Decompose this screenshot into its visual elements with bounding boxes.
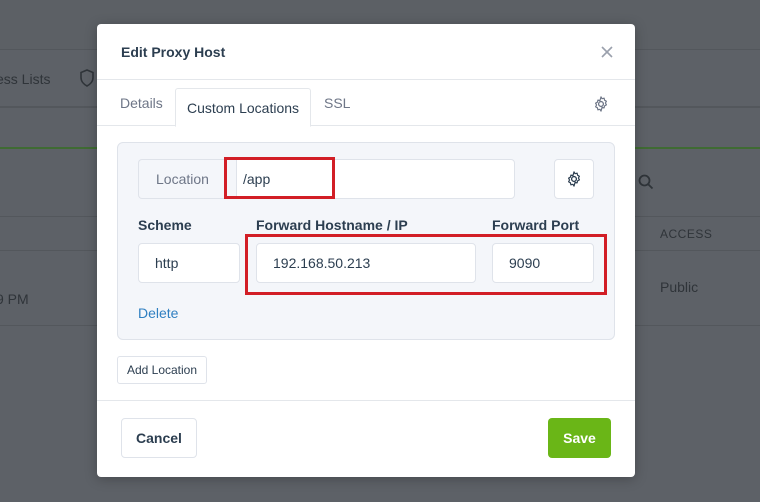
scheme-value: http: [155, 255, 179, 271]
background-time: 9 PM: [0, 291, 29, 307]
tab-details[interactable]: Details: [120, 80, 163, 126]
dialog-footer-divider: [97, 400, 635, 401]
tab-custom-locations[interactable]: Custom Locations: [175, 88, 311, 127]
background-access-column-header: ACCESS: [660, 227, 713, 241]
annotation-highlight-forward-target: [245, 234, 607, 295]
gear-icon[interactable]: [592, 95, 610, 113]
location-prefix-label: Location: [138, 159, 236, 199]
scheme-select[interactable]: http: [138, 243, 240, 283]
background-nav-access-lists: ess Lists: [0, 71, 51, 87]
annotation-highlight-location: [224, 157, 335, 199]
location-advanced-button[interactable]: [554, 159, 594, 199]
forward-port-label: Forward Port: [492, 217, 580, 233]
background-access-value: Public: [660, 279, 699, 295]
gear-icon: [568, 171, 580, 187]
delete-location-link[interactable]: Delete: [138, 305, 178, 321]
tab-ssl[interactable]: SSL: [324, 80, 350, 126]
dialog-tabs: Details Custom Locations SSL: [97, 80, 635, 127]
scheme-label: Scheme: [138, 217, 192, 233]
dialog-header: Edit Proxy Host: [97, 24, 635, 80]
forward-hostname-label: Forward Hostname / IP: [256, 217, 408, 233]
shield-icon: [80, 69, 94, 87]
dialog-title: Edit Proxy Host: [121, 44, 226, 60]
close-icon[interactable]: [597, 42, 617, 62]
save-button[interactable]: Save: [548, 418, 611, 458]
add-location-button[interactable]: Add Location: [117, 356, 207, 384]
cancel-button[interactable]: Cancel: [121, 418, 197, 458]
search-icon: [638, 174, 654, 190]
